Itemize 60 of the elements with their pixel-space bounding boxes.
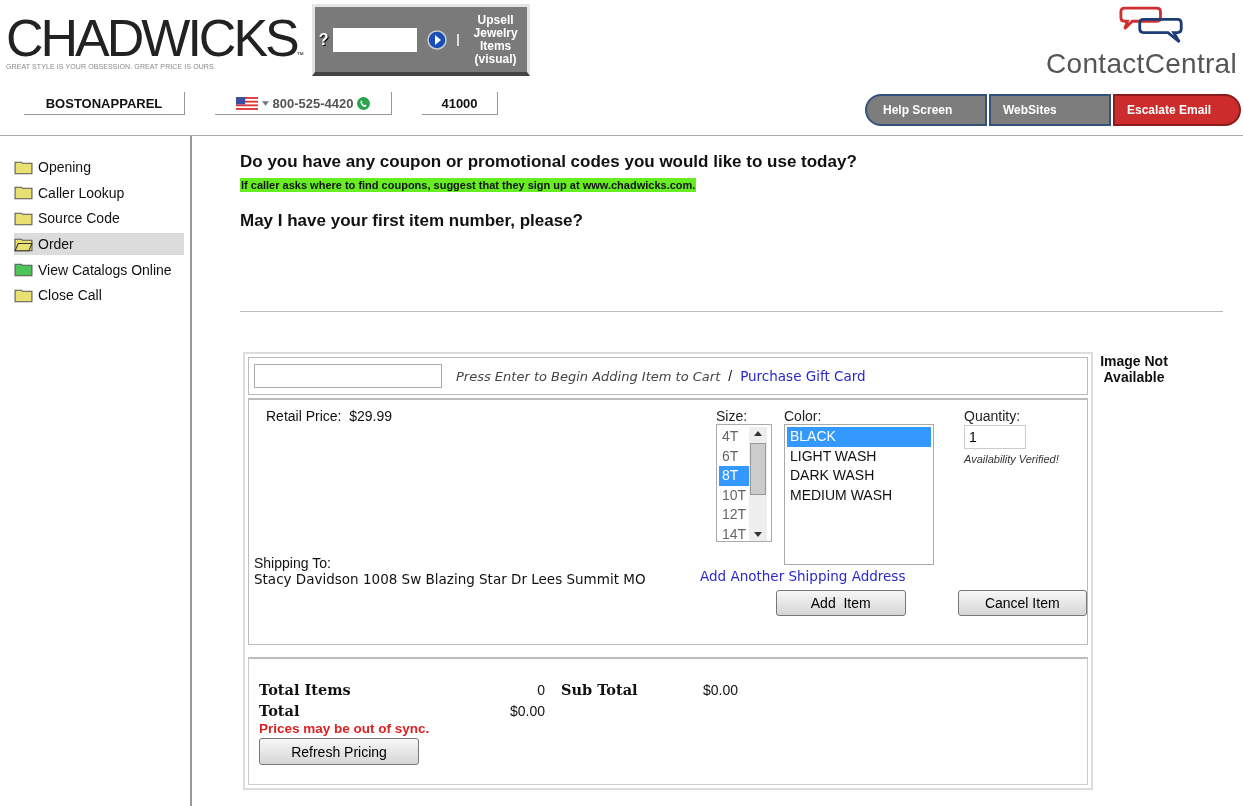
account-label: BOSTONAPPAREL [24, 92, 185, 115]
upsell-link[interactable]: Upsell Jewelry Items (visual) [468, 13, 523, 66]
header-button[interactable]: WebSites [989, 94, 1111, 126]
help-mark: ? [318, 30, 329, 49]
search-field[interactable] [332, 27, 417, 52]
total-items-label: Total Items [259, 681, 352, 698]
retail-price: Retail Price: $29.99 [265, 408, 394, 426]
item-number-field[interactable] [254, 364, 442, 388]
scrollbar[interactable] [749, 427, 767, 541]
flag-icon[interactable] [235, 96, 258, 110]
cancel-item-button[interactable]: Cancel Item [957, 590, 1087, 616]
sidebar-item[interactable]: Source Code [14, 207, 184, 230]
color-option[interactable]: MEDIUM WASH [787, 485, 931, 505]
add-address-link[interactable]: Add Another Shipping Address [700, 568, 906, 584]
color-option[interactable]: DARK WASH [787, 466, 931, 486]
gift-card-link[interactable]: Purchase Gift Card [740, 368, 866, 384]
sidebar-item[interactable]: View Catalogs Online [14, 258, 184, 281]
size-option[interactable]: 10T [719, 485, 749, 505]
coupon-hint: If caller asks where to find coupons, suggest that they sign up at www.chadwicks.com. [240, 178, 697, 192]
chadwicks-logo: CHADWICKS [6, 16, 297, 60]
script-question: May I have your first item number, please? [240, 211, 584, 231]
size-option[interactable]: 14T [719, 524, 749, 544]
shipping-label: Shipping To: [254, 555, 332, 571]
header-button[interactable]: Escalate Email [1113, 94, 1241, 126]
scroll-down-icon[interactable] [754, 532, 762, 537]
header-button[interactable]: Help Screen [865, 94, 987, 126]
availability-note: Availability Verified! [964, 453, 1059, 465]
refresh-pricing-button[interactable]: Refresh Pricing [259, 738, 419, 765]
size-list[interactable]: 4T 6T 8T 10T 12T 14T [716, 424, 772, 542]
add-item-button[interactable]: Add Item [776, 590, 906, 616]
size-option[interactable]: 12T [719, 505, 749, 525]
entry-hint: Press Enter to Begin Adding Item to Cart [456, 368, 721, 384]
slash-separator: / [728, 368, 733, 384]
sidebar-item[interactable]: Order [14, 233, 184, 256]
script-question: Do you have any coupon or promotional codes you would like to use today? [240, 152, 858, 172]
size-label: Size: [716, 408, 749, 424]
phone-call-icon[interactable] [357, 96, 371, 110]
color-label: Color: [784, 408, 823, 424]
dropdown-caret-icon[interactable] [261, 100, 269, 106]
total-items-value: 0 [536, 681, 545, 698]
quantity-label: Quantity: [964, 408, 1022, 424]
contactcentral-logo: ContactCentral [1046, 48, 1237, 80]
color-list[interactable]: BLACK LIGHT WASH DARK WASH MEDIUM WASH [784, 424, 934, 565]
sidebar-item[interactable]: Caller Lookup [14, 181, 184, 204]
color-option[interactable]: LIGHT WASH [787, 446, 931, 466]
sidebar-item[interactable]: Opening [14, 156, 184, 178]
scroll-up-icon[interactable] [754, 431, 762, 436]
total-value: $0.00 [508, 702, 545, 719]
quantity-field[interactable]: 1 [964, 425, 1026, 449]
subtotal-value: $0.00 [703, 681, 740, 698]
size-option[interactable]: 6T [719, 446, 749, 466]
subtotal-label: Sub Total [560, 681, 639, 698]
sidebar-item[interactable]: Close Call [14, 284, 184, 307]
pricing-warning: Prices may be out of sync. [259, 721, 431, 736]
shipping-address: Stacy Davidson 1008 Sw Blazing Star Dr Lees Summit MO [253, 571, 647, 588]
code-label: 41000 [422, 92, 498, 115]
size-option[interactable]: 4T [719, 427, 749, 447]
total-label: Total [259, 702, 301, 719]
phone-number: 800-525-4420 [272, 95, 354, 111]
image-placeholder-note: Image Not Available [1099, 353, 1169, 385]
